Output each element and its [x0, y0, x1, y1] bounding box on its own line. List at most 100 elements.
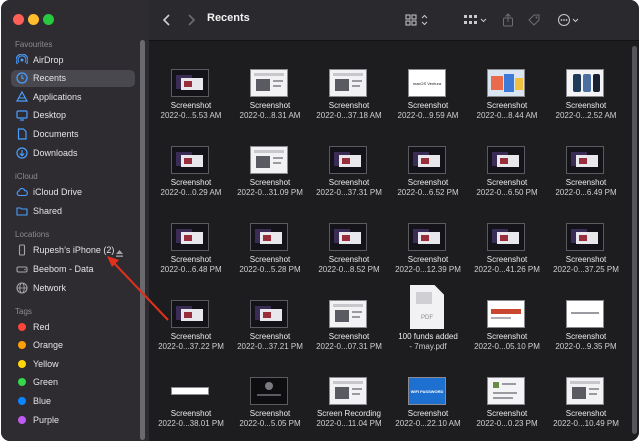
file-name: Screenshot: [170, 332, 212, 341]
file-name-line2: 2022-0...6.50 PM: [476, 188, 538, 197]
file-item[interactable]: Screenshot 2022-0...5.53 AM: [151, 51, 231, 121]
file-name-line2: 2022-0...31.09 PM: [237, 188, 303, 197]
sidebar-item-applications[interactable]: Applications: [11, 88, 135, 105]
file-item[interactable]: Screenshot 2022-0...6.50 PM: [467, 128, 547, 198]
file-item[interactable]: WIFI PASSWORD Screenshot 2022-0...22.10 AM: [388, 359, 468, 429]
eject-icon[interactable]: [115, 245, 124, 257]
sidebar-item-downloads[interactable]: Downloads: [11, 144, 135, 161]
sidebar-tag-green[interactable]: Green: [11, 374, 135, 391]
file-thumbnail: [487, 223, 525, 251]
file-item[interactable]: Screenshot 2022-0...0.23 PM: [467, 359, 547, 429]
file-name-line2: 2022-0...8.44 AM: [476, 111, 538, 120]
file-name-line2: 2022-0...38.01 PM: [158, 419, 224, 428]
file-item[interactable]: Screenshot 2022-0...38.01 PM: [151, 359, 231, 429]
sidebar-item-network[interactable]: Network: [11, 279, 135, 296]
file-item[interactable]: Screenshot 2022-0...12.39 PM: [388, 205, 468, 275]
file-item[interactable]: Screenshot 2022-0...8.44 AM: [467, 51, 547, 121]
minimize-window-button[interactable]: [28, 14, 39, 25]
tag-icon[interactable]: [527, 12, 541, 28]
sidebar-scrollbar[interactable]: [140, 40, 145, 440]
more-icon[interactable]: [557, 12, 581, 28]
group-by-icon[interactable]: [463, 12, 489, 28]
content-scrollbar[interactable]: [632, 46, 637, 434]
file-item[interactable]: Screenshot 2022-0...10.49 PM: [546, 359, 626, 429]
file-thumbnail: [329, 69, 367, 97]
file-name-line2: 2022-0...10.49 PM: [553, 419, 619, 428]
file-name-line2: 2022-0...2.52 AM: [555, 111, 617, 120]
file-name: Screenshot: [565, 101, 607, 110]
tag-color-dot: [18, 359, 26, 368]
sidebar-item-airdrop[interactable]: AirDrop: [11, 51, 135, 68]
forward-chevron-icon[interactable]: [185, 12, 197, 28]
file-item[interactable]: Screenshot 2022-0...6.49 PM: [546, 128, 626, 198]
file-item[interactable]: Screenshot 2022-0...37.18 AM: [309, 51, 389, 121]
sidebar-tag-purple[interactable]: Purple: [11, 411, 135, 428]
file-thumbnail: [250, 223, 288, 251]
window-title: Recents: [207, 12, 250, 24]
grid-view-icon[interactable]: [405, 12, 431, 28]
file-item[interactable]: Screenshot 2022-0...37.31 PM: [309, 128, 389, 198]
file-name-line2: 2022-0...37.22 PM: [158, 342, 224, 351]
file-name-line2: 2022-0...8.52 PM: [318, 265, 380, 274]
file-item[interactable]: PDF 100 funds added - 7may.pdf: [388, 282, 468, 352]
file-thumbnail: [171, 69, 209, 97]
thumbnail-text: WIFI PASSWORD: [410, 388, 444, 394]
file-name-line2: 2022-0...05.10 PM: [474, 342, 540, 351]
file-item[interactable]: Screenshot 2022-0...8.31 AM: [230, 51, 310, 121]
sidebar-item-documents[interactable]: Documents: [11, 125, 135, 142]
sidebar-item-icloud-drive[interactable]: iCloud Drive: [11, 183, 135, 200]
file-thumbnail: [250, 146, 288, 174]
file-item[interactable]: Screenshot 2022-0...37.21 PM: [230, 282, 310, 352]
file-name-line2: 2022-0...22.10 AM: [395, 419, 461, 428]
file-item[interactable]: Screenshot 2022-0...37.22 PM: [151, 282, 231, 352]
back-chevron-icon[interactable]: [161, 12, 173, 28]
tag-color-dot: [18, 378, 26, 387]
file-thumbnail: [487, 377, 525, 405]
close-window-button[interactable]: [13, 14, 24, 25]
file-thumbnail: [566, 146, 604, 174]
file-thumbnail: [250, 69, 288, 97]
share-icon[interactable]: [501, 12, 515, 28]
file-name-line2: 2022-0...5.28 PM: [239, 265, 301, 274]
file-item[interactable]: Screenshot 2022-0...6.52 PM: [388, 128, 468, 198]
sidebar-item-rupesh-s-iphone-2[interactable]: Rupesh’s iPhone (2): [11, 241, 135, 258]
tag-color-dot: [18, 341, 26, 350]
file-name: Screenshot: [328, 332, 370, 341]
sidebar-item-desktop[interactable]: Desktop: [11, 107, 135, 124]
sidebar-tag-yellow[interactable]: Yellow: [11, 355, 135, 372]
file-name: Screenshot: [328, 101, 370, 110]
file-item[interactable]: Screenshot 2022-0...41.26 PM: [467, 205, 547, 275]
zoom-window-button[interactable]: [43, 14, 54, 25]
file-item[interactable]: Screenshot 2022-0...8.52 PM: [309, 205, 389, 275]
file-item[interactable]: macOS Ventura Screenshot 2022-0...9.59 AM: [388, 51, 468, 121]
file-item[interactable]: Screenshot 2022-0...07.31 PM: [309, 282, 389, 352]
file-item[interactable]: Screenshot 2022-0...31.09 PM: [230, 128, 310, 198]
file-item[interactable]: Screen Recording 2022-0...11.04 PM: [309, 359, 389, 429]
file-item[interactable]: Screenshot 2022-0...5.28 PM: [230, 205, 310, 275]
file-item[interactable]: Screenshot 2022-0...6.48 PM: [151, 205, 231, 275]
file-thumbnail: [408, 223, 446, 251]
sidebar-tag-orange[interactable]: Orange: [11, 337, 135, 354]
sidebar-item-beebom-data[interactable]: Beebom - Data: [11, 260, 135, 277]
sidebar-item-label: Downloads: [33, 147, 78, 158]
file-item[interactable]: Screenshot 2022-0...5.05 PM: [230, 359, 310, 429]
file-item[interactable]: Screenshot 2022-0...9.35 PM: [546, 282, 626, 352]
thumbnail-text: macOS Ventura: [412, 80, 442, 86]
file-item[interactable]: Screenshot 2022-0...05.10 PM: [467, 282, 547, 352]
file-item[interactable]: Screenshot 2022-0...37.25 PM: [546, 205, 626, 275]
tags-heading: Tags: [15, 307, 32, 316]
file-thumbnail: [408, 146, 446, 174]
sidebar-item-recents[interactable]: Recents: [11, 69, 135, 87]
sidebar-tag-label: Purple: [33, 414, 60, 425]
sidebar-item-shared[interactable]: Shared: [11, 202, 135, 219]
sidebar-tag-blue[interactable]: Blue: [11, 392, 135, 409]
file-name: Screenshot: [170, 101, 212, 110]
sidebar-tag-red[interactable]: Red: [11, 318, 135, 335]
file-item[interactable]: Screenshot 2022-0...0.29 AM: [151, 128, 231, 198]
file-item[interactable]: Screenshot 2022-0...2.52 AM: [546, 51, 626, 121]
file-thumbnail: [566, 300, 604, 328]
file-thumbnail: [329, 146, 367, 174]
file-thumbnail: [171, 223, 209, 251]
file-name: Screenshot: [170, 178, 212, 187]
applications-icon: [16, 90, 28, 103]
